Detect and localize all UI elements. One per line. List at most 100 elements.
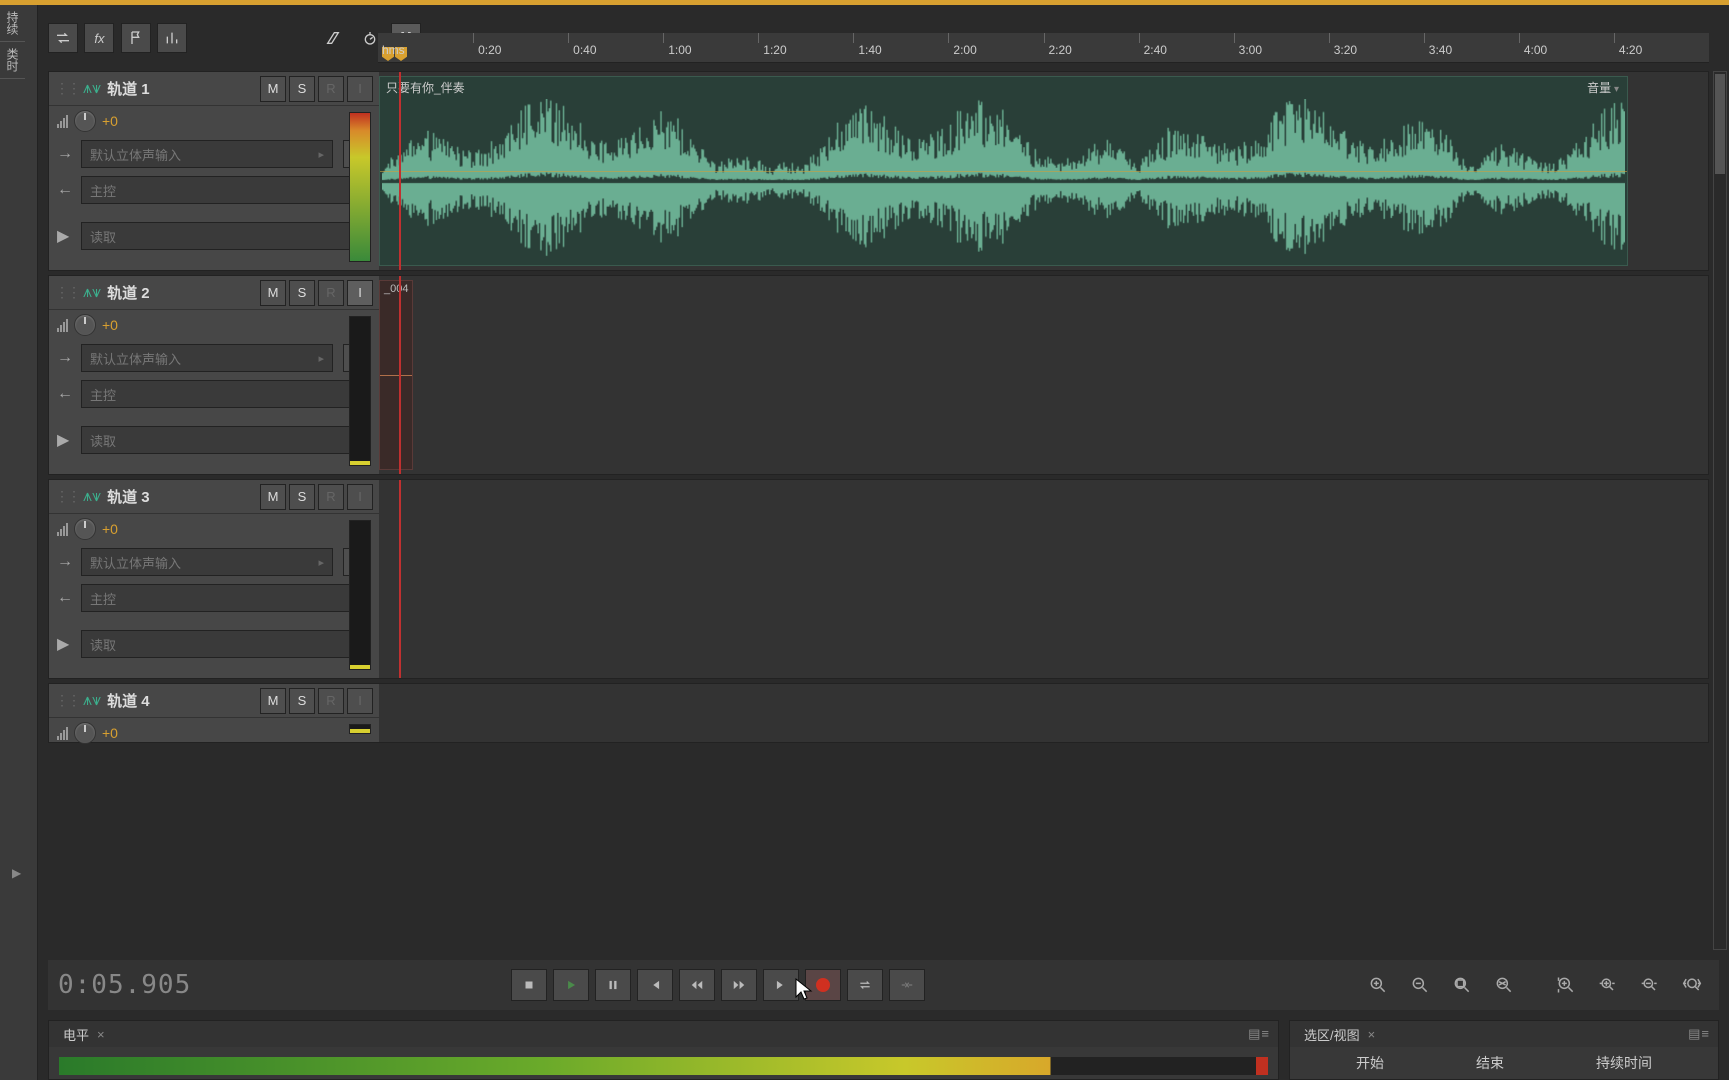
track-name[interactable]: 轨道 2 [107,282,257,303]
playhead[interactable] [399,480,401,678]
track-lane[interactable]: _004 [379,276,1708,474]
input-dropdown[interactable]: 默认立体声输入 [81,344,333,372]
timecode[interactable]: 0:05.905 [58,970,191,1000]
solo-button[interactable]: S [289,280,315,306]
track-grip[interactable]: ⋮⋮ [55,488,79,505]
automation-play-icon[interactable]: ▶ [57,226,75,246]
levels-tab[interactable]: 电平 [57,1023,95,1046]
track-name[interactable]: 轨道 1 [107,78,257,99]
automation-dropdown[interactable]: 读取 [81,222,371,250]
loop-toggle-button[interactable] [48,23,78,53]
left-tab-2[interactable]: 类时 [0,42,25,79]
ruler-mark: 3:20 [1329,33,1357,43]
loop-playback-button[interactable] [847,969,883,1001]
zoom-in-time-button[interactable] [1591,970,1625,1000]
track-grip[interactable]: ⋮⋮ [55,80,79,97]
gain-value[interactable]: +0 [102,725,118,741]
ruler-mark: 4:00 [1519,33,1547,43]
ruler-mark: 3:00 [1234,33,1262,43]
mute-button[interactable]: M [260,484,286,510]
left-expand-icon[interactable]: ▶ [12,866,21,880]
track-lane[interactable] [379,684,1708,742]
pan-knob[interactable] [74,722,96,744]
mute-button[interactable]: M [260,280,286,306]
rewind-button[interactable] [679,969,715,1001]
track-lane[interactable] [379,480,1708,678]
track-grip[interactable]: ⋮⋮ [55,692,79,709]
ruler-mark: 1:20 [758,33,786,43]
play-button[interactable] [553,969,589,1001]
vertical-scrollbar[interactable] [1713,71,1727,950]
input-icon: → [57,145,75,163]
waveform-icon: ⩚⩛ [83,692,101,710]
marker-button[interactable] [121,23,151,53]
forward-button[interactable] [721,969,757,1001]
ruler-mark: 1:40 [853,33,881,43]
arm-record-button[interactable]: R [318,76,344,102]
zoom-selection-button[interactable] [1487,970,1521,1000]
pan-knob[interactable] [74,518,96,540]
track-name[interactable]: 轨道 3 [107,486,257,507]
zoom-out-button[interactable] [1403,970,1437,1000]
arm-record-button[interactable]: R [318,280,344,306]
mute-button[interactable]: M [260,76,286,102]
playhead[interactable] [399,276,401,474]
selection-tab[interactable]: 选区/视图 [1298,1023,1366,1046]
waveform-icon: ⩚⩛ [83,80,101,98]
track-grip[interactable]: ⋮⋮ [55,284,79,301]
input-dropdown[interactable]: 默认立体声输入 [81,140,333,168]
skew-button[interactable] [318,23,348,53]
gain-value[interactable]: +0 [102,317,118,333]
levels-panel-menu[interactable]: ▤≡ [1248,1026,1270,1042]
gain-value[interactable]: +0 [102,113,118,129]
left-tab-1[interactable]: 持续 [0,5,25,42]
arm-record-button[interactable]: R [318,688,344,714]
skip-start-button[interactable] [637,969,673,1001]
selection-panel: 选区/视图 × ▤≡ 开始 结束 持续时间 [1289,1020,1719,1080]
track-3: ⋮⋮ ⩚⩛ 轨道 3 M S R I +0 →默认立体声输入 ←主控 ▶读取 [48,479,1709,679]
automation-play-icon[interactable]: ▶ [57,634,75,654]
audio-clip[interactable]: 只要有你_伴奏 音量 [379,76,1628,266]
ruler-mark: 0:40 [568,33,596,43]
monitor-input-button[interactable]: I [347,688,373,714]
recording-clip[interactable]: _004 [379,280,413,470]
levels-button[interactable] [157,23,187,53]
solo-button[interactable]: S [289,484,315,510]
track-name[interactable]: 轨道 4 [107,690,257,711]
pan-knob[interactable] [74,314,96,336]
solo-button[interactable]: S [289,688,315,714]
arm-record-button[interactable]: R [318,484,344,510]
zoom-in-vertical-button[interactable] [1549,970,1583,1000]
output-dropdown[interactable]: 主控 [81,380,371,408]
solo-button[interactable]: S [289,76,315,102]
output-dropdown[interactable]: 主控 [81,584,371,612]
zoom-full-button[interactable] [1675,970,1709,1000]
volume-bars-icon [57,114,68,128]
monitor-input-button[interactable]: I [347,76,373,102]
fx-button[interactable]: fx [84,23,114,53]
levels-tab-close[interactable]: × [97,1027,105,1042]
timeline-ruler[interactable]: hms 0:200:401:001:201:402:002:202:403:00… [378,33,1709,63]
automation-dropdown[interactable]: 读取 [81,630,371,658]
automation-dropdown[interactable]: 读取 [81,426,371,454]
selection-panel-menu[interactable]: ▤≡ [1688,1026,1710,1042]
mute-button[interactable]: M [260,688,286,714]
stop-button[interactable] [511,969,547,1001]
input-dropdown[interactable]: 默认立体声输入 [81,548,333,576]
gain-value[interactable]: +0 [102,521,118,537]
clip-volume-menu[interactable]: 音量 [1587,79,1619,96]
zoom-fit-button[interactable] [1445,970,1479,1000]
pan-knob[interactable] [74,110,96,132]
track-lane[interactable]: 只要有你_伴奏 音量 [379,72,1708,270]
automation-play-icon[interactable]: ▶ [57,430,75,450]
zoom-out-time-button[interactable] [1633,970,1667,1000]
pause-button[interactable] [595,969,631,1001]
playhead[interactable] [399,72,401,270]
zoom-in-button[interactable] [1361,970,1395,1000]
monitor-input-button[interactable]: I [347,280,373,306]
skip-selection-button[interactable] [889,969,925,1001]
output-dropdown[interactable]: 主控 [81,176,371,204]
ruler-hms-label: hms [382,43,405,57]
selection-tab-close[interactable]: × [1368,1027,1376,1042]
monitor-input-button[interactable]: I [347,484,373,510]
